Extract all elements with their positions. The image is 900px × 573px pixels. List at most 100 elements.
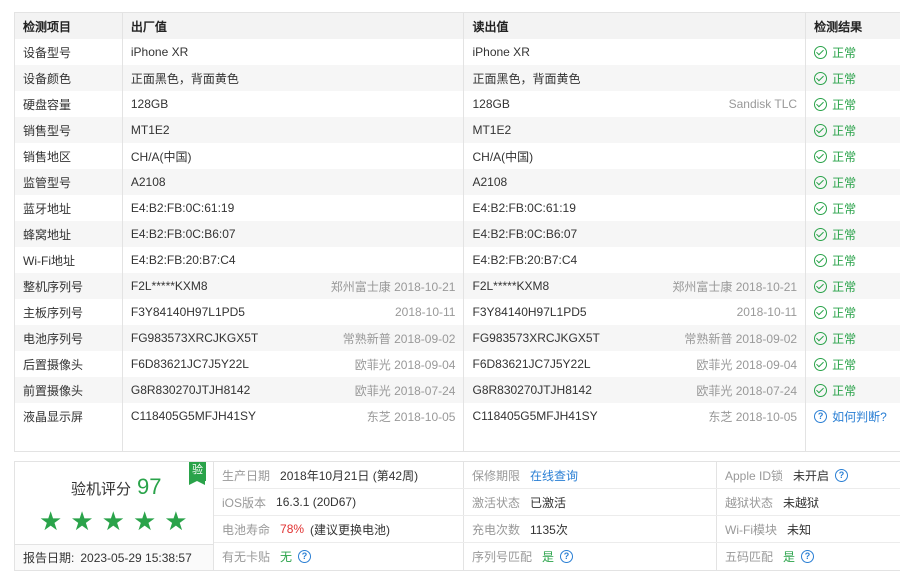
result-label: 正常 [832,279,857,294]
result-label: 正常 [832,201,857,216]
read-value: F6D83621JC7J5Y22L [472,357,591,371]
factory-value: E4:B2:FB:0C:B6:07 [130,227,236,241]
read-meta: 欧菲光 2018-09-04 [696,357,798,372]
result-label: 正常 [832,331,857,346]
header-factory-label: 出厂值 [130,19,167,34]
summary-label: Apple ID锁 [725,468,784,483]
read-value: E4:B2:FB:0C:61:19 [472,201,576,215]
help-icon[interactable]: ? [835,468,849,482]
check-circle-icon [814,201,828,215]
item-name: 蓝牙地址 [23,201,72,216]
score-line: 验机评分 97 [71,474,162,500]
header-factory: 出厂值 [121,13,464,39]
read-cell: C118405G5MFJH41SY 东芝 2018-10-05 [463,403,805,429]
summary-value: 1135次 [530,521,568,538]
table-row: 设备型号 iPhone XR iPhone XR 正常 [15,39,900,65]
result-ok: 正常 [814,252,856,269]
report-date-value: 2023-05-29 15:38:57 [80,550,192,565]
summary-value: 未知 [787,521,811,538]
read-cell: MT1E2 [463,117,805,143]
check-circle-icon [814,149,828,163]
summary-value-text: 未越狱 [783,495,820,510]
read-value: CH/A(中国) [472,149,534,164]
summary-value: 是? [783,548,815,565]
help-icon[interactable]: ? [298,550,312,563]
summary-row: 生产日期 2018年10月21日 (第42周) 保修期限 在线查询 Apple ID锁未… [214,462,900,489]
read-meta: 郑州富士康 2018-10-21 [672,279,798,294]
read-value: C118405G5MFJH41SY [472,409,598,423]
warranty-query-link[interactable]: 在线查询 [530,467,578,484]
read-value: F2L*****KXM8 [472,279,550,293]
summary-label: Wi-Fi模块 [725,522,777,537]
result-cell: ? 如何判断? [805,403,900,429]
result-ok: 正常 [814,44,856,61]
summary-value: 78% (建议更换电池) [280,521,390,538]
result-label: 正常 [832,149,857,164]
result-label: 正常 [832,45,857,60]
factory-value: C118405G5MFJH41SY [130,409,257,423]
help-icon[interactable]: ? [801,550,815,563]
item-name: 整机序列号 [23,279,84,294]
factory-cell: E4:B2:FB:20:B7:C4 [121,247,464,273]
summary-panel: 验 验机评分 97 ★ ★ ★ ★ ★ 报告日期: 2023-05-29 15:38:5… [14,461,900,571]
summary-value-text: 16.3.1 (20D67) [276,495,357,509]
item-name: 销售型号 [23,123,72,138]
factory-value: MT1E2 [130,123,170,137]
result-ok: 正常 [814,96,856,113]
read-cell: E4:B2:FB:0C:61:19 [463,195,805,221]
summary-cell: 越狱状态 未越狱 [716,489,900,515]
table-header: 检测项目 出厂值 读出值 检测结果 [15,13,900,39]
item-name: 销售地区 [23,149,72,164]
factory-meta: 东芝 2018-10-05 [366,409,456,424]
factory-value: A2108 [130,175,166,189]
table-row: 后置摄像头 F6D83621JC7J5Y22L 欧菲光 2018-09-04 F6D8… [15,351,900,377]
summary-value-text: 1135次 [530,522,568,537]
summary-cell: 保修期限 在线查询 [463,462,716,488]
how-to-judge-link[interactable]: ? 如何判断? [814,408,887,425]
result-label: 正常 [832,175,857,190]
factory-value: iPhone XR [130,45,189,59]
read-cell: F3Y84140H97L1PD5 2018-10-11 [463,299,805,325]
read-cell: CH/A(中国) [463,143,805,169]
verified-badge: 验 [189,462,206,485]
factory-cell: CH/A(中国) [121,143,464,169]
read-value: E4:B2:FB:0C:B6:07 [472,227,578,241]
summary-value: 未开启? [793,467,849,484]
summary-cell: 电池寿命 78% (建议更换电池) [214,516,463,542]
factory-meta: 郑州富士康 2018-10-21 [330,279,456,294]
summary-label: 电池寿命 [222,522,271,537]
result-label: 正常 [832,97,857,112]
result-cell: 正常 [805,221,900,247]
factory-meta: 常熟新普 2018-09-02 [342,331,456,346]
result-ok: 正常 [814,122,856,139]
result-ok: 正常 [814,200,856,217]
check-circle-icon [814,331,828,345]
result-cell: 正常 [805,39,900,65]
result-ok: 正常 [814,382,856,399]
result-cell: 正常 [805,169,900,195]
read-value: 128GB [472,97,510,111]
summary-cell: 五码匹配是? [716,543,900,570]
factory-meta: 欧菲光 2018-07-24 [354,383,456,398]
score-box: 验 验机评分 97 ★ ★ ★ ★ ★ [15,462,214,544]
factory-meta: 2018-10-11 [394,305,456,319]
summary-label: 生产日期 [222,468,271,483]
filler-cell [463,429,805,451]
help-icon[interactable]: ? [560,550,574,563]
result-ok: 正常 [814,330,856,347]
check-circle-icon [814,253,828,267]
summary-value-text: 是 [783,550,796,564]
star-rating: ★ ★ ★ ★ ★ [39,508,188,534]
result-cell: 正常 [805,325,900,351]
summary-value: 是? [542,548,574,565]
factory-cell: 128GB [121,91,464,117]
item-name: 后置摄像头 [23,357,84,372]
result-cell: 正常 [805,195,900,221]
table-filler-row [15,429,900,451]
score-value: 97 [137,474,162,499]
factory-value: FG983573XRCJKGX5T [130,331,259,345]
read-meta: 欧菲光 2018-07-24 [696,383,798,398]
item-name: 监管型号 [23,175,72,190]
table-row: 监管型号 A2108 A2108 正常 [15,169,900,195]
filler-cell [805,429,900,451]
